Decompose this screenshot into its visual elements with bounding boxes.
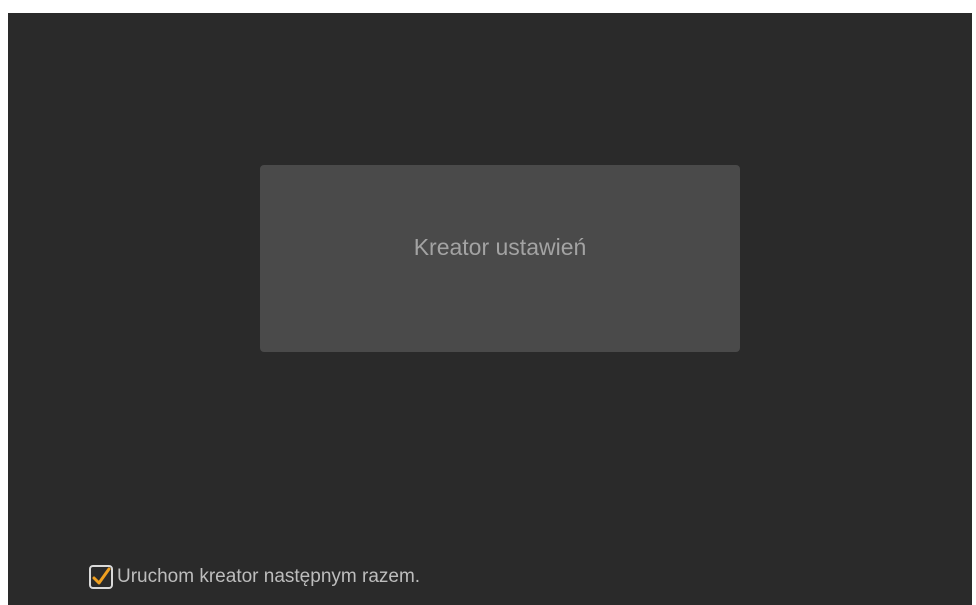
run-wizard-next-time-checkbox[interactable] xyxy=(89,565,113,589)
checkmark-icon xyxy=(92,567,111,585)
run-wizard-next-time-label: Uruchom kreator następnym razem. xyxy=(117,566,421,587)
run-wizard-next-time-option[interactable]: Uruchom kreator następnym razem. xyxy=(89,564,420,590)
setup-wizard-screen: Kreator ustawień Uruchom kreator następn… xyxy=(8,13,972,605)
setup-wizard-button-label: Kreator ustawień xyxy=(413,234,587,260)
setup-wizard-button[interactable]: Kreator ustawień xyxy=(260,165,740,352)
